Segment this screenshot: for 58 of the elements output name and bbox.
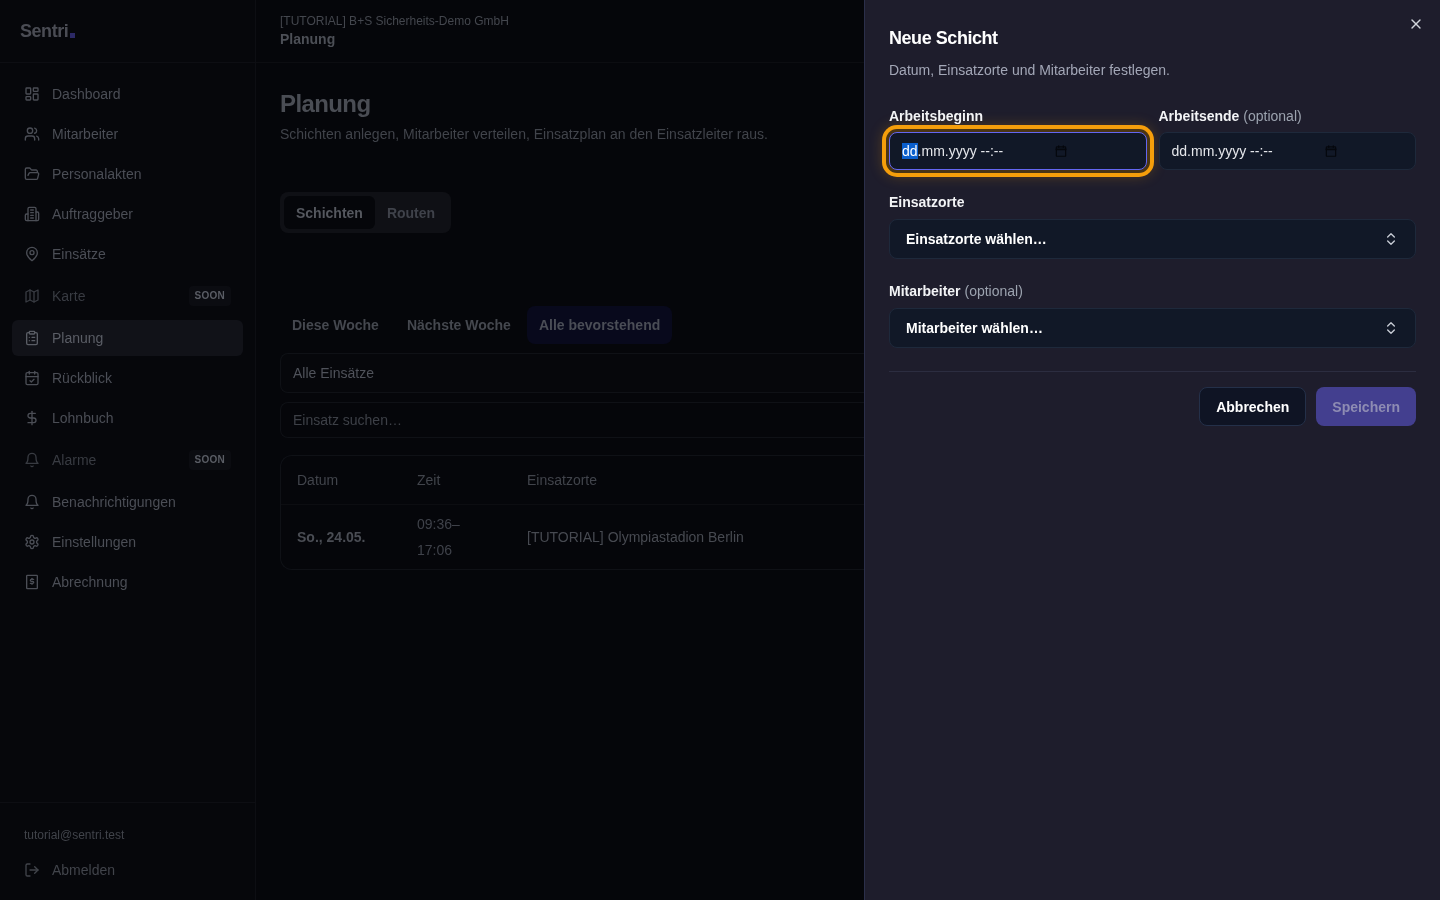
- bell-icon: [24, 452, 40, 468]
- search-field[interactable]: Einsatz suchen…: [280, 402, 864, 438]
- select-field[interactable]: Einsatzorte wählen…: [889, 219, 1416, 259]
- calendar-icon: [1323, 144, 1338, 158]
- column-header: Einsatzorte: [526, 471, 599, 490]
- nav-item[interactable]: Auftraggeber: [12, 196, 243, 232]
- field-label: Mitarbeiter (optional): [889, 282, 1024, 301]
- nav-item[interactable]: Dashboard: [12, 76, 243, 112]
- coming-soon-tag: SOON: [188, 449, 231, 471]
- nav-item[interactable]: Lohnbuch: [12, 400, 243, 436]
- panel-title: Neue Schicht: [889, 27, 999, 50]
- nav-item[interactable]: Personalakten: [12, 156, 243, 192]
- nav-item[interactable]: Einsätze: [12, 236, 243, 272]
- logo-text: Sentri: [20, 20, 69, 43]
- page-title: Planung: [280, 89, 372, 119]
- field-label: Einsatzorte: [889, 193, 966, 212]
- logout-link[interactable]: Abmelden: [12, 852, 243, 888]
- filter-select[interactable]: Alle Einsätze: [280, 353, 864, 393]
- coming-soon-tag: SOON: [188, 285, 231, 307]
- nav-item[interactable]: Benachrichtigungen: [12, 484, 243, 520]
- table-cell-text: [TUTORIAL] Olympiastadion Berlin: [526, 528, 745, 547]
- range-tab[interactable]: Alle bevorstehend: [526, 306, 673, 344]
- organization-name: [TUTORIAL] B+S Sicherheits-Demo GmbH: [280, 13, 510, 29]
- user-email: tutorial@sentri.test: [23, 827, 126, 843]
- nav-item[interactable]: Planung: [12, 320, 243, 356]
- calendar-check-icon: [24, 370, 40, 386]
- column-header: Datum: [296, 471, 340, 490]
- building-icon: [24, 206, 40, 222]
- receipt-icon: [24, 574, 40, 590]
- dollar-icon: [24, 410, 40, 426]
- table-cell-text: 09:36–17:06: [416, 515, 461, 560]
- panel-description: Datum, Einsatzorte und Mitarbeiter festlegen.: [889, 61, 1171, 80]
- range-tab[interactable]: Nächste Woche: [394, 306, 523, 344]
- clipboard-list-icon: [24, 330, 40, 346]
- field-label: Arbeitsende (optional): [1158, 107, 1303, 126]
- field-label: Arbeitsbeginn: [889, 107, 985, 126]
- users-icon: [24, 126, 40, 142]
- nav-item[interactable]: Abrechnung: [12, 564, 243, 600]
- view-tab[interactable]: Schichten: [284, 196, 375, 229]
- datetime-input[interactable]: dd.mm.yyyy --:--: [1158, 132, 1416, 170]
- folder-icon: [24, 166, 40, 182]
- map-pin-icon: [24, 246, 40, 262]
- grid-icon: [24, 86, 40, 102]
- map-icon: [24, 288, 40, 304]
- settings-icon: [24, 534, 40, 550]
- table-cell-text: So., 24.05.: [296, 528, 367, 547]
- column-header: Zeit: [416, 471, 442, 490]
- range-tab[interactable]: Diese Woche: [280, 306, 391, 344]
- cancel-button[interactable]: Abbrechen: [1199, 387, 1307, 426]
- logout-icon: [24, 862, 40, 878]
- select-field[interactable]: Mitarbeiter wählen…: [889, 308, 1416, 348]
- page-subtitle: Schichten anlegen, Mitarbeiter verteilen, Einsatzplan an den Einsatzleiter raus.: [280, 125, 769, 144]
- nav-item[interactable]: Mitarbeiter: [12, 116, 243, 152]
- calendar-icon: [1054, 144, 1068, 158]
- bell-icon: [24, 494, 40, 510]
- nav-item[interactable]: Einstellungen: [12, 524, 243, 560]
- header-page-title: Planung: [280, 30, 337, 49]
- nav-item[interactable]: Rückblick: [12, 360, 243, 396]
